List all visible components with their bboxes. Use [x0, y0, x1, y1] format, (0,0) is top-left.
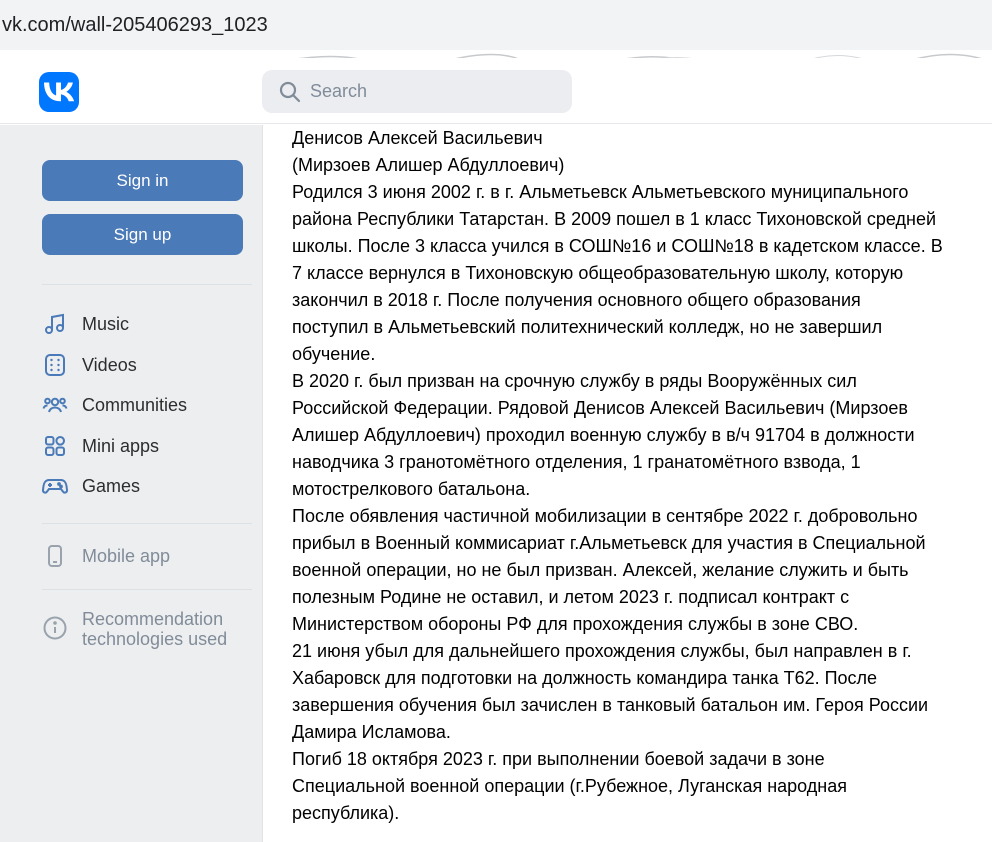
sidebar-item-label: Music — [82, 313, 130, 334]
post-line: завершения обучения был зачислен в танко… — [292, 695, 929, 715]
post-line: района Республики Татарстан. В 2009 поше… — [292, 209, 937, 229]
post-line: прибыл в Военный коммисариат г.Альметьев… — [292, 533, 926, 553]
post-line: наводчика 3 гранотомётного отделения, 1 … — [292, 452, 861, 472]
smartphone-icon — [42, 543, 68, 569]
vk-logo[interactable] — [39, 72, 79, 112]
post-line: 7 классе вернулся в Тихоновскую общеобра… — [292, 263, 904, 283]
sidebar-item-music[interactable]: Music — [42, 307, 252, 341]
post-line: 21 июня убыл для дальнейшего прохождения… — [292, 641, 912, 661]
post-line: школы. После 3 класса учился в СОШ№16 и … — [292, 236, 943, 256]
recommendation-label: Recommendation technologies used — [82, 609, 227, 649]
recommendation-line-1: Recommendation — [82, 609, 224, 629]
sidebar-item-communities[interactable]: Communities — [42, 388, 252, 422]
recommendation-line-2: technologies used — [82, 629, 228, 649]
post-line: обучение. — [292, 344, 376, 364]
post-line: Министерством обороны РФ для прохождения… — [292, 614, 859, 634]
post-line: После обявления частичной мобилизации в … — [292, 506, 918, 526]
post-line: Хабаровск для подготовки на должность ко… — [292, 668, 878, 688]
communities-icon — [42, 392, 68, 418]
recommendation-technologies-link[interactable]: Recommendation technologies used — [42, 609, 257, 649]
address-url[interactable]: vk.com/wall-205406293_1023 — [2, 14, 268, 37]
post-line: поступил в Альметьевский политехнический… — [292, 317, 883, 337]
post-line: мотострелкового батальона. — [292, 479, 531, 499]
sidebar-divider — [42, 589, 252, 590]
left-sidebar: Sign in Sign up Music Videos Communities… — [0, 125, 263, 842]
post-line: военной операции, но не был призван. Але… — [292, 560, 909, 580]
sidebar-item-games[interactable]: Games — [42, 469, 252, 503]
search-icon — [279, 81, 301, 103]
post-line: (Мирзоев Алишер Абдуллоевич) — [292, 155, 565, 175]
sidebar-item-label: Games — [82, 475, 141, 496]
sidebar-item-label: Mobile app — [82, 545, 171, 566]
sidebar-divider — [42, 523, 252, 524]
music-icon — [42, 311, 68, 337]
post-line: Родился 3 июня 2002 г. в г. Альметьевск … — [292, 182, 909, 202]
post-line: полезным Родине не оставил, и летом 2023… — [292, 587, 850, 607]
sidebar-item-videos[interactable]: Videos — [42, 348, 252, 382]
vk-logo-icon — [44, 82, 74, 102]
post-line: Погиб 18 октября 2023 г. при выполнении … — [292, 749, 825, 769]
post-line: Алишер Абдуллоевич) проходил военную слу… — [292, 425, 915, 445]
search-box[interactable] — [262, 70, 572, 113]
post-line: Денисов Алексей Васильевич — [292, 128, 543, 148]
videos-icon — [42, 352, 68, 378]
post-line: Российской Федерации. Рядовой Денисов Ал… — [292, 398, 908, 418]
sign-in-button[interactable]: Sign in — [42, 160, 243, 201]
post-line: Дамира Исламова. — [292, 722, 451, 742]
sign-up-button[interactable]: Sign up — [42, 214, 243, 255]
sidebar-item-label: Videos — [82, 354, 137, 375]
sidebar-item-mobile-app[interactable]: Mobile app — [42, 539, 252, 573]
mini-apps-icon — [42, 433, 68, 459]
info-icon — [42, 615, 68, 641]
sidebar-item-mini-apps[interactable]: Mini apps — [42, 429, 252, 463]
browser-address-bar[interactable]: vk.com/wall-205406293_1023 — [0, 0, 992, 50]
sidebar-item-label: Mini apps — [82, 435, 160, 456]
post-line: Специальной военной операции (г.Рубежное… — [292, 776, 847, 796]
post-line: республика). — [292, 803, 400, 823]
sidebar-divider — [42, 284, 252, 285]
sidebar-item-label: Communities — [82, 394, 188, 415]
search-input[interactable] — [310, 70, 560, 113]
post-line: закончил в 2018 г. После получения основ… — [292, 290, 861, 310]
post-line: В 2020 г. был призван на срочную службу … — [292, 371, 857, 391]
games-icon — [42, 473, 68, 499]
top-header — [0, 58, 992, 124]
post-text: Денисов Алексей Васильевич (Мирзоев Алиш… — [292, 125, 987, 827]
